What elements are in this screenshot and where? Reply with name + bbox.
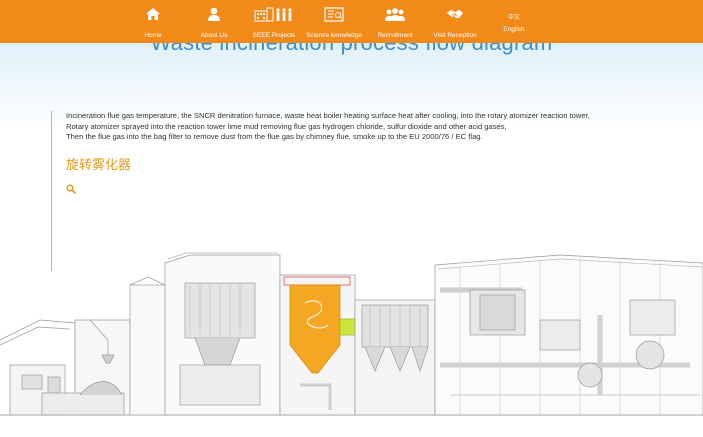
- section-subtitle: 旋转雾化器: [66, 157, 132, 172]
- language-switch: 中文 English: [494, 12, 534, 33]
- description-line: Rotary atomizer sprayed into the reactio…: [66, 121, 507, 131]
- nav-item-home[interactable]: Home: [118, 0, 188, 43]
- building-people-icon: [254, 7, 292, 22]
- nav-label-science-knowledge: Science knowledge: [305, 32, 362, 39]
- zoom-button[interactable]: [66, 181, 76, 199]
- board-icon: [324, 7, 344, 22]
- process-flow-diagram: [0, 252, 703, 416]
- nav-label-home: Home: [144, 32, 162, 39]
- magnifier-icon: [66, 184, 76, 194]
- description-line: Incineration flue gas temperature, the S…: [66, 111, 590, 120]
- nav-item-visit-reception[interactable]: Visit Reception: [420, 0, 490, 43]
- nav-item-science-knowledge[interactable]: Science knowledge: [299, 0, 369, 43]
- description-line: Then the flue gas into the bag filter to…: [66, 132, 483, 142]
- top-nav: Home About Us SEEE Projects Science know…: [0, 0, 703, 43]
- nav-label-visit-reception: Visit Reception: [433, 32, 477, 39]
- group-icon: [385, 8, 405, 21]
- house-icon: [146, 8, 160, 20]
- description: Incineration flue gas temperature, the S…: [66, 111, 696, 143]
- handshake-icon: [447, 10, 463, 18]
- person-icon: [208, 7, 220, 21]
- lang-chinese-link[interactable]: 中文: [494, 12, 534, 21]
- lang-english-link[interactable]: English: [494, 26, 534, 33]
